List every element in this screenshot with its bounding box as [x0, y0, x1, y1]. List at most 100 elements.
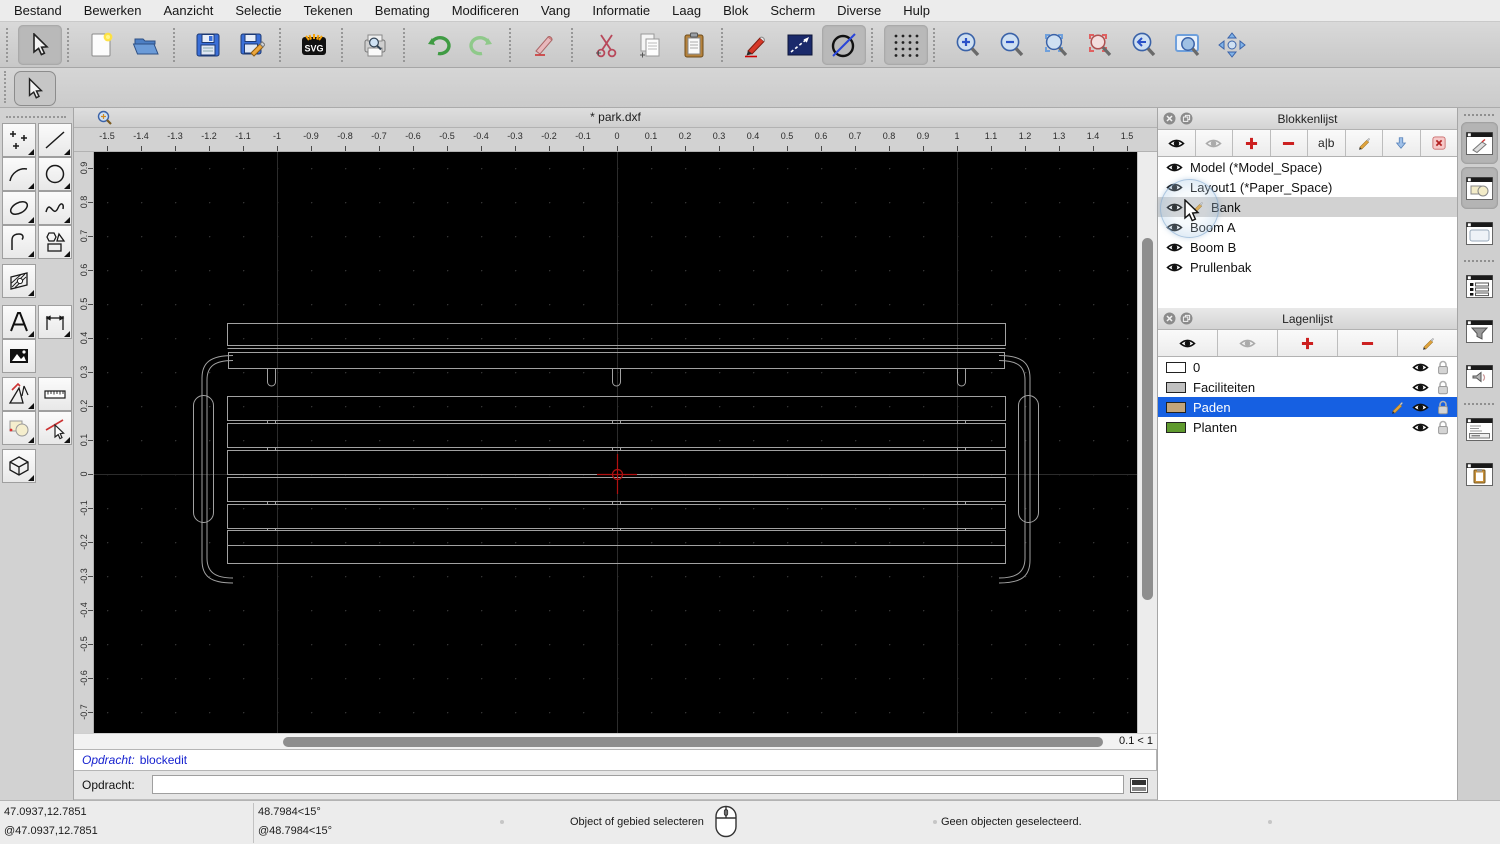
current-action-select-button[interactable]: [14, 71, 56, 106]
dock-notify-widget-button[interactable]: [1461, 355, 1498, 397]
delete-block-button[interactable]: [1420, 130, 1457, 156]
menu-diverse[interactable]: Diverse: [837, 3, 881, 18]
draw-points-tool[interactable]: [2, 123, 36, 157]
copy-button[interactable]: [628, 25, 672, 65]
draw-line-tool[interactable]: [38, 123, 72, 157]
block-panel-titlebar[interactable]: Blokkenlijst: [1158, 108, 1457, 130]
block-row-boom-b[interactable]: Boom B: [1158, 237, 1457, 257]
edit-layer-button[interactable]: [1398, 330, 1457, 356]
open-file-button[interactable]: [124, 25, 168, 65]
close-icon[interactable]: [1163, 312, 1176, 328]
edit-block-button[interactable]: [1345, 130, 1383, 156]
new-document-button[interactable]: [80, 25, 124, 65]
menu-modificeren[interactable]: Modificeren: [452, 3, 519, 18]
select-arrow-button[interactable]: [18, 24, 62, 65]
layer-panel-titlebar[interactable]: Lagenlijst: [1158, 308, 1457, 330]
select-entity-tool[interactable]: [38, 411, 72, 445]
svg-export-button[interactable]: SVG: [292, 25, 336, 65]
draw-spline-tool[interactable]: [38, 191, 72, 225]
lock-icon[interactable]: [1437, 420, 1449, 435]
menu-laag[interactable]: Laag: [672, 3, 701, 18]
print-preview-button[interactable]: [354, 25, 398, 65]
lock-icon[interactable]: [1437, 380, 1449, 395]
draw-polygon-tool[interactable]: [38, 225, 72, 259]
vertical-scrollbar-thumb[interactable]: [1142, 238, 1153, 600]
toolbar-handle[interactable]: [6, 27, 16, 62]
show-all-blocks-button[interactable]: [1158, 130, 1196, 156]
layer-visibility-icon[interactable]: [1412, 401, 1429, 414]
remove-block-button[interactable]: [1270, 130, 1308, 156]
order-tool[interactable]: [2, 411, 36, 445]
zoom-pan-button[interactable]: [1210, 25, 1254, 65]
float-icon[interactable]: [1180, 112, 1193, 128]
toolbar2-handle[interactable]: [4, 71, 12, 103]
zoom-out-button[interactable]: [990, 25, 1034, 65]
pen-button[interactable]: [734, 25, 778, 65]
zoom-auto-button[interactable]: [1034, 25, 1078, 65]
visibility-eye-icon[interactable]: [1166, 161, 1183, 174]
draw-ellipse-tool[interactable]: [2, 191, 36, 225]
solid-3d-tool[interactable]: [2, 449, 36, 483]
measure-tool[interactable]: [38, 377, 72, 411]
block-row-layout1[interactable]: Layout1 (*Paper_Space): [1158, 177, 1457, 197]
edit-pencil-icon[interactable]: [1390, 400, 1404, 414]
menu-scherm[interactable]: Scherm: [770, 3, 815, 18]
layer-row-faciliteiten[interactable]: Faciliteiten: [1158, 377, 1457, 397]
hide-all-layers-button[interactable]: [1218, 330, 1278, 356]
dock-filter-widget-button[interactable]: [1461, 310, 1498, 352]
menu-bestand[interactable]: Bestand: [14, 3, 62, 18]
layer-row-planten[interactable]: Planten: [1158, 417, 1457, 437]
dock-blocklist-widget-button[interactable]: [1461, 265, 1498, 307]
menu-blok[interactable]: Blok: [723, 3, 748, 18]
add-block-button[interactable]: [1233, 130, 1271, 156]
menu-bemating[interactable]: Bemating: [375, 3, 430, 18]
zoom-in-button[interactable]: [946, 25, 990, 65]
circle-attributes-button[interactable]: [822, 24, 866, 65]
cut-button[interactable]: [584, 25, 628, 65]
dimension-tool[interactable]: [38, 305, 72, 339]
insert-block-button[interactable]: [1383, 130, 1421, 156]
dock-handle[interactable]: [1464, 114, 1494, 116]
layer-row-paden[interactable]: Paden: [1158, 397, 1457, 417]
menu-bewerken[interactable]: Bewerken: [84, 3, 142, 18]
layer-visibility-icon[interactable]: [1412, 421, 1429, 434]
layer-visibility-icon[interactable]: [1412, 381, 1429, 394]
visibility-eye-icon[interactable]: [1166, 221, 1183, 234]
layer-row-0[interactable]: 0: [1158, 357, 1457, 377]
visibility-eye-icon[interactable]: [1166, 261, 1183, 274]
grid-toggle-button[interactable]: [884, 24, 928, 65]
draw-arc-tool[interactable]: [2, 157, 36, 191]
float-icon[interactable]: [1180, 312, 1193, 328]
close-icon[interactable]: [1163, 112, 1176, 128]
keyboard-toggle-button[interactable]: [1129, 777, 1149, 793]
vertical-scrollbar[interactable]: [1137, 152, 1157, 733]
dock-command-widget-button[interactable]: [1461, 408, 1498, 450]
draw-hatch-tool[interactable]: [2, 264, 36, 298]
menu-informatie[interactable]: Informatie: [592, 3, 650, 18]
visibility-eye-icon[interactable]: [1166, 241, 1183, 254]
menu-tekenen[interactable]: Tekenen: [304, 3, 353, 18]
block-row-bank[interactable]: Bank: [1158, 197, 1457, 217]
save-button[interactable]: [186, 25, 230, 65]
rename-block-button[interactable]: a|b: [1308, 130, 1346, 156]
zoom-previous-button[interactable]: [1122, 25, 1166, 65]
lock-icon[interactable]: [1437, 400, 1449, 415]
palette-handle[interactable]: [6, 116, 66, 122]
modify-tools[interactable]: [2, 377, 36, 411]
line-attributes-button[interactable]: [778, 25, 822, 65]
layer-visibility-icon[interactable]: [1412, 361, 1429, 374]
remove-layer-button[interactable]: [1338, 330, 1398, 356]
draw-circle-tool[interactable]: [38, 157, 72, 191]
dock-shapes-widget-button[interactable]: [1461, 167, 1498, 209]
drawing-window-titlebar[interactable]: * park.dxf: [74, 108, 1157, 128]
dock-clipboard-widget-button[interactable]: [1461, 453, 1498, 495]
horizontal-scrollbar[interactable]: 0.1 < 1: [74, 733, 1157, 749]
zoom-selection-button[interactable]: [1078, 25, 1122, 65]
draw-text-tool[interactable]: [2, 305, 36, 339]
paste-button[interactable]: [672, 25, 716, 65]
add-layer-button[interactable]: [1278, 330, 1338, 356]
show-all-layers-button[interactable]: [1158, 330, 1218, 356]
horizontal-scrollbar-thumb[interactable]: [283, 737, 1103, 747]
insert-image-tool[interactable]: [2, 339, 36, 373]
block-row-prullenbak[interactable]: Prullenbak: [1158, 257, 1457, 277]
